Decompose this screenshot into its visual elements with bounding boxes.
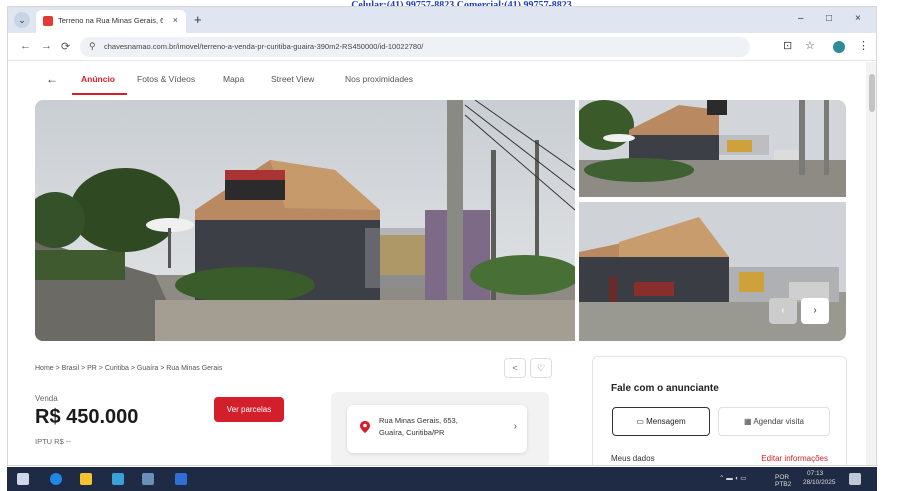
- tab-close-icon[interactable]: ×: [173, 15, 178, 25]
- tab-search-icon[interactable]: ⌄: [14, 12, 30, 28]
- browser-menu-icon[interactable]: ⋮: [858, 39, 869, 52]
- clock-date[interactable]: 28/10/2025: [803, 479, 836, 486]
- site-info-icon[interactable]: ⚲: [89, 41, 96, 52]
- close-window-button[interactable]: ×: [855, 13, 861, 24]
- new-tab-button[interactable]: +: [194, 12, 202, 27]
- tab-mapa[interactable]: Mapa: [223, 74, 244, 84]
- minimize-button[interactable]: –: [798, 13, 804, 24]
- breadcrumb[interactable]: Home > Brasil > PR > Curitiba > Guaíra >…: [35, 365, 222, 372]
- side-property-photo-2[interactable]: ‹ ›: [579, 202, 846, 341]
- page-scrollbar[interactable]: [866, 62, 876, 465]
- main-property-photo[interactable]: [35, 100, 575, 341]
- bookmark-star-icon[interactable]: ☆: [805, 39, 815, 52]
- message-button-label: Mensagem: [646, 417, 686, 426]
- address-bar[interactable]: ⚲ chavesnamao.com.br/imovel/terreno-a-ve…: [80, 37, 750, 57]
- main-photo-image: [35, 100, 575, 341]
- start-menu-icon[interactable]: [17, 473, 29, 485]
- url-text[interactable]: chavesnamao.com.br/imovel/terreno-a-vend…: [104, 42, 423, 51]
- chat-icon: ▭: [636, 417, 647, 426]
- tab-street-view[interactable]: Street View: [271, 74, 314, 84]
- gallery-prev-button[interactable]: ‹: [769, 298, 797, 324]
- side-property-photo-1[interactable]: [579, 100, 846, 197]
- address-line-2: Guaíra, Curitiba/PR: [379, 428, 445, 437]
- tab-fotos-videos[interactable]: Fotos & Vídeos: [137, 74, 195, 84]
- site-favicon-icon: [43, 16, 53, 26]
- address-line-1: Rua Minas Gerais, 653,: [379, 416, 458, 425]
- share-icon[interactable]: <: [504, 358, 526, 378]
- edit-info-link[interactable]: Editar informações: [761, 454, 828, 463]
- heart-icon[interactable]: ♡: [530, 358, 552, 378]
- view-installments-button[interactable]: Ver parcelas: [214, 397, 284, 422]
- calendar-icon: ▦: [743, 417, 754, 426]
- notifications-icon[interactable]: [849, 473, 861, 485]
- address-map-card: Rua Minas Gerais, 653, Guaíra, Curitiba/…: [331, 392, 549, 465]
- gallery-next-button[interactable]: ›: [801, 298, 829, 324]
- tab-title: Terreno na Rua Minas Gerais, 6...: [58, 16, 163, 25]
- listing-subnav: ← Anúncio Fotos & Vídeos Mapa Street Vie…: [8, 62, 864, 97]
- browser-window: ⌄ Terreno na Rua Minas Gerais, 6... × + …: [7, 6, 877, 466]
- windows-taskbar: ⌃ ▬ ◖ ▭ POR PTB2 07:13 28/10/2025: [7, 467, 877, 491]
- forward-button[interactable]: →: [41, 40, 52, 52]
- address-row: ← → ⟳ ⚲ chavesnamao.com.br/imovel/terren…: [8, 33, 876, 61]
- reload-button[interactable]: ⟳: [61, 40, 70, 53]
- file-explorer-icon[interactable]: [80, 473, 92, 485]
- tray-icons[interactable]: ⌃ ▬ ◖ ▭: [719, 474, 746, 482]
- tab-nos-proximidades[interactable]: Nos proximidades: [345, 74, 413, 84]
- edge-browser-icon[interactable]: [50, 473, 62, 485]
- clock-time[interactable]: 07:13: [807, 470, 823, 477]
- back-arrow-icon[interactable]: ←: [46, 72, 58, 86]
- language-indicator[interactable]: POR PTB2: [775, 474, 805, 488]
- install-app-icon[interactable]: ⊡: [783, 39, 792, 52]
- tab-anuncio[interactable]: Anúncio: [81, 74, 115, 84]
- schedule-visit-button[interactable]: ▦ Agendar visita: [718, 407, 830, 436]
- schedule-visit-label: Agendar visita: [753, 417, 805, 426]
- iptu-value: IPTU R$ --: [35, 437, 71, 446]
- my-data-label: Meus dados: [611, 454, 655, 463]
- message-button[interactable]: ▭ Mensagem: [612, 407, 710, 436]
- app-taskbar-icon[interactable]: [175, 473, 187, 485]
- chevron-right-icon: ›: [513, 421, 517, 432]
- address-link[interactable]: Rua Minas Gerais, 653, Guaíra, Curitiba/…: [347, 405, 527, 453]
- browser-tab[interactable]: Terreno na Rua Minas Gerais, 6... ×: [36, 10, 186, 33]
- address-text: Rua Minas Gerais, 653, Guaíra, Curitiba/…: [379, 415, 458, 439]
- profile-avatar[interactable]: [833, 41, 845, 53]
- sale-label: Venda: [35, 394, 58, 403]
- chrome-taskbar-icon[interactable]: [112, 473, 124, 485]
- back-button[interactable]: ←: [20, 40, 31, 52]
- contact-card: Fale com o anunciante ▭ Mensagem ▦ Agend…: [592, 356, 847, 465]
- tab-bar: ⌄ Terreno na Rua Minas Gerais, 6... × + …: [8, 7, 876, 33]
- side-photo-1-image: [579, 100, 846, 197]
- scrollbar-thumb[interactable]: [869, 74, 875, 112]
- contact-title: Fale com o anunciante: [611, 383, 719, 394]
- store-icon[interactable]: [142, 473, 154, 485]
- maximize-button[interactable]: □: [826, 13, 832, 24]
- active-tab-indicator: [72, 93, 127, 95]
- map-pin-icon: [360, 421, 370, 433]
- page-content: ← Anúncio Fotos & Vídeos Mapa Street Vie…: [8, 62, 864, 465]
- price: R$ 450.000: [35, 406, 139, 428]
